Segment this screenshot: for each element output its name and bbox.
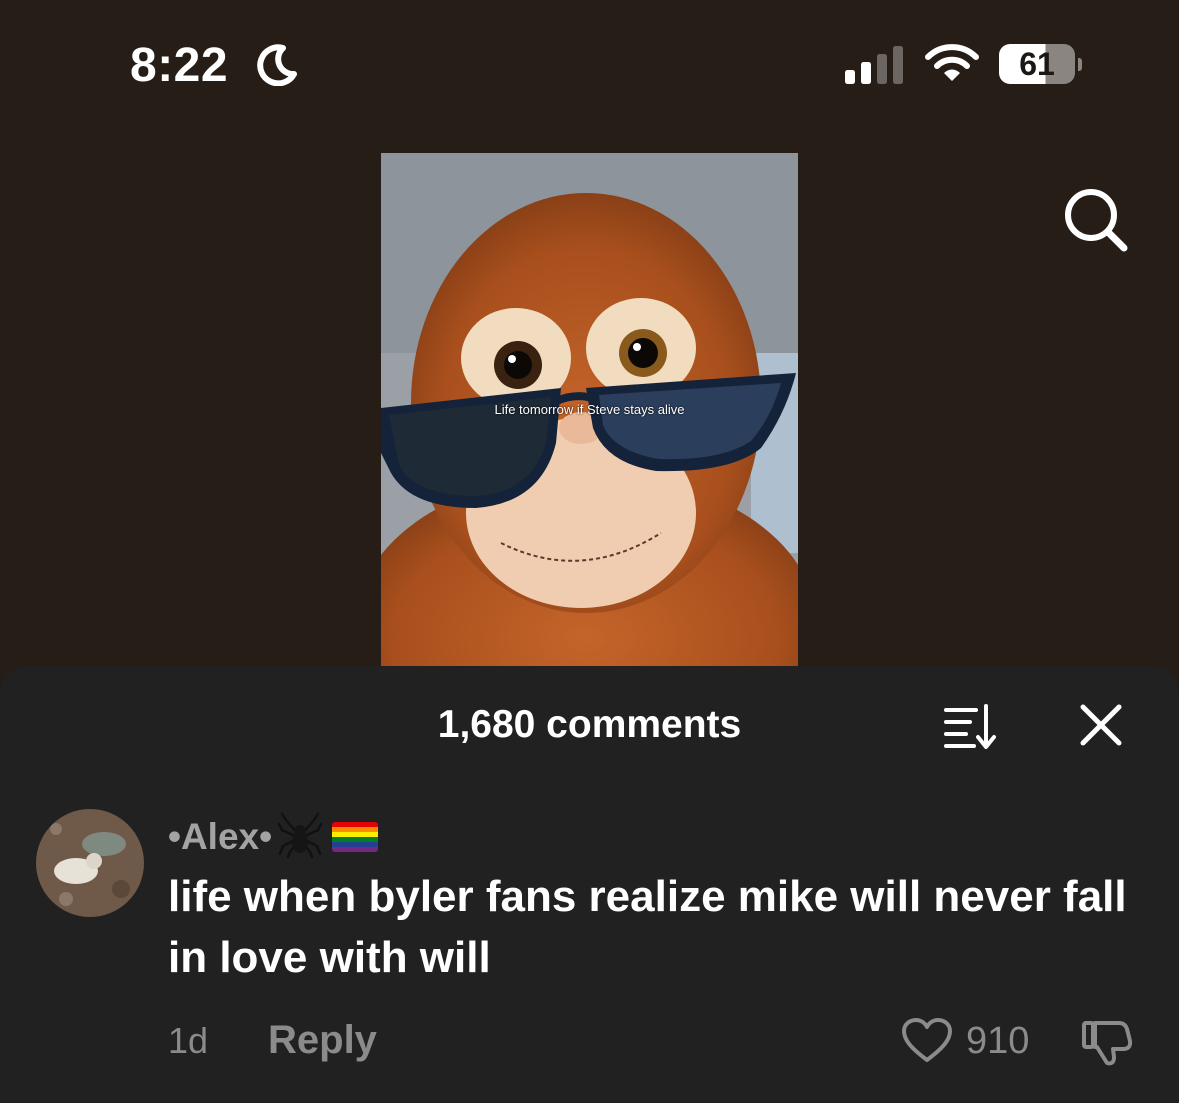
- username-text: •Alex•: [168, 816, 273, 857]
- comment-username[interactable]: •Alex•: [168, 812, 379, 858]
- battery-tip: [1078, 58, 1082, 71]
- like-count: 910: [966, 1020, 1030, 1062]
- comment-text: life when byler fans realize mike will n…: [168, 872, 1127, 982]
- comments-sheet: 1,680 comments •Alex• life when byler fa…: [0, 666, 1179, 1103]
- search-icon[interactable]: [1062, 186, 1130, 254]
- sort-icon[interactable]: [944, 704, 998, 750]
- comments-count-title: 1,680 comments: [437, 703, 742, 746]
- spider-emoji-icon: [278, 812, 323, 858]
- heart-icon[interactable]: [901, 1018, 953, 1064]
- thumbs-down-icon[interactable]: [1081, 1019, 1133, 1067]
- battery-indicator: 61: [999, 44, 1075, 84]
- rainbow-flag-icon: [332, 822, 379, 852]
- video-player[interactable]: Life tomorrow if Steve stays alive: [381, 153, 798, 666]
- status-time: 8:22: [130, 39, 229, 92]
- comment-timestamp: 1d: [168, 1020, 209, 1061]
- avatar[interactable]: [36, 809, 144, 917]
- reply-button[interactable]: Reply: [268, 1018, 377, 1063]
- close-icon[interactable]: [1080, 704, 1122, 746]
- moon-icon: [257, 44, 297, 86]
- cellular-signal-icon: [845, 46, 903, 84]
- wifi-icon: [925, 44, 979, 81]
- video-caption: Life tomorrow if Steve stays alive: [494, 402, 685, 417]
- avatar-image: [36, 809, 144, 917]
